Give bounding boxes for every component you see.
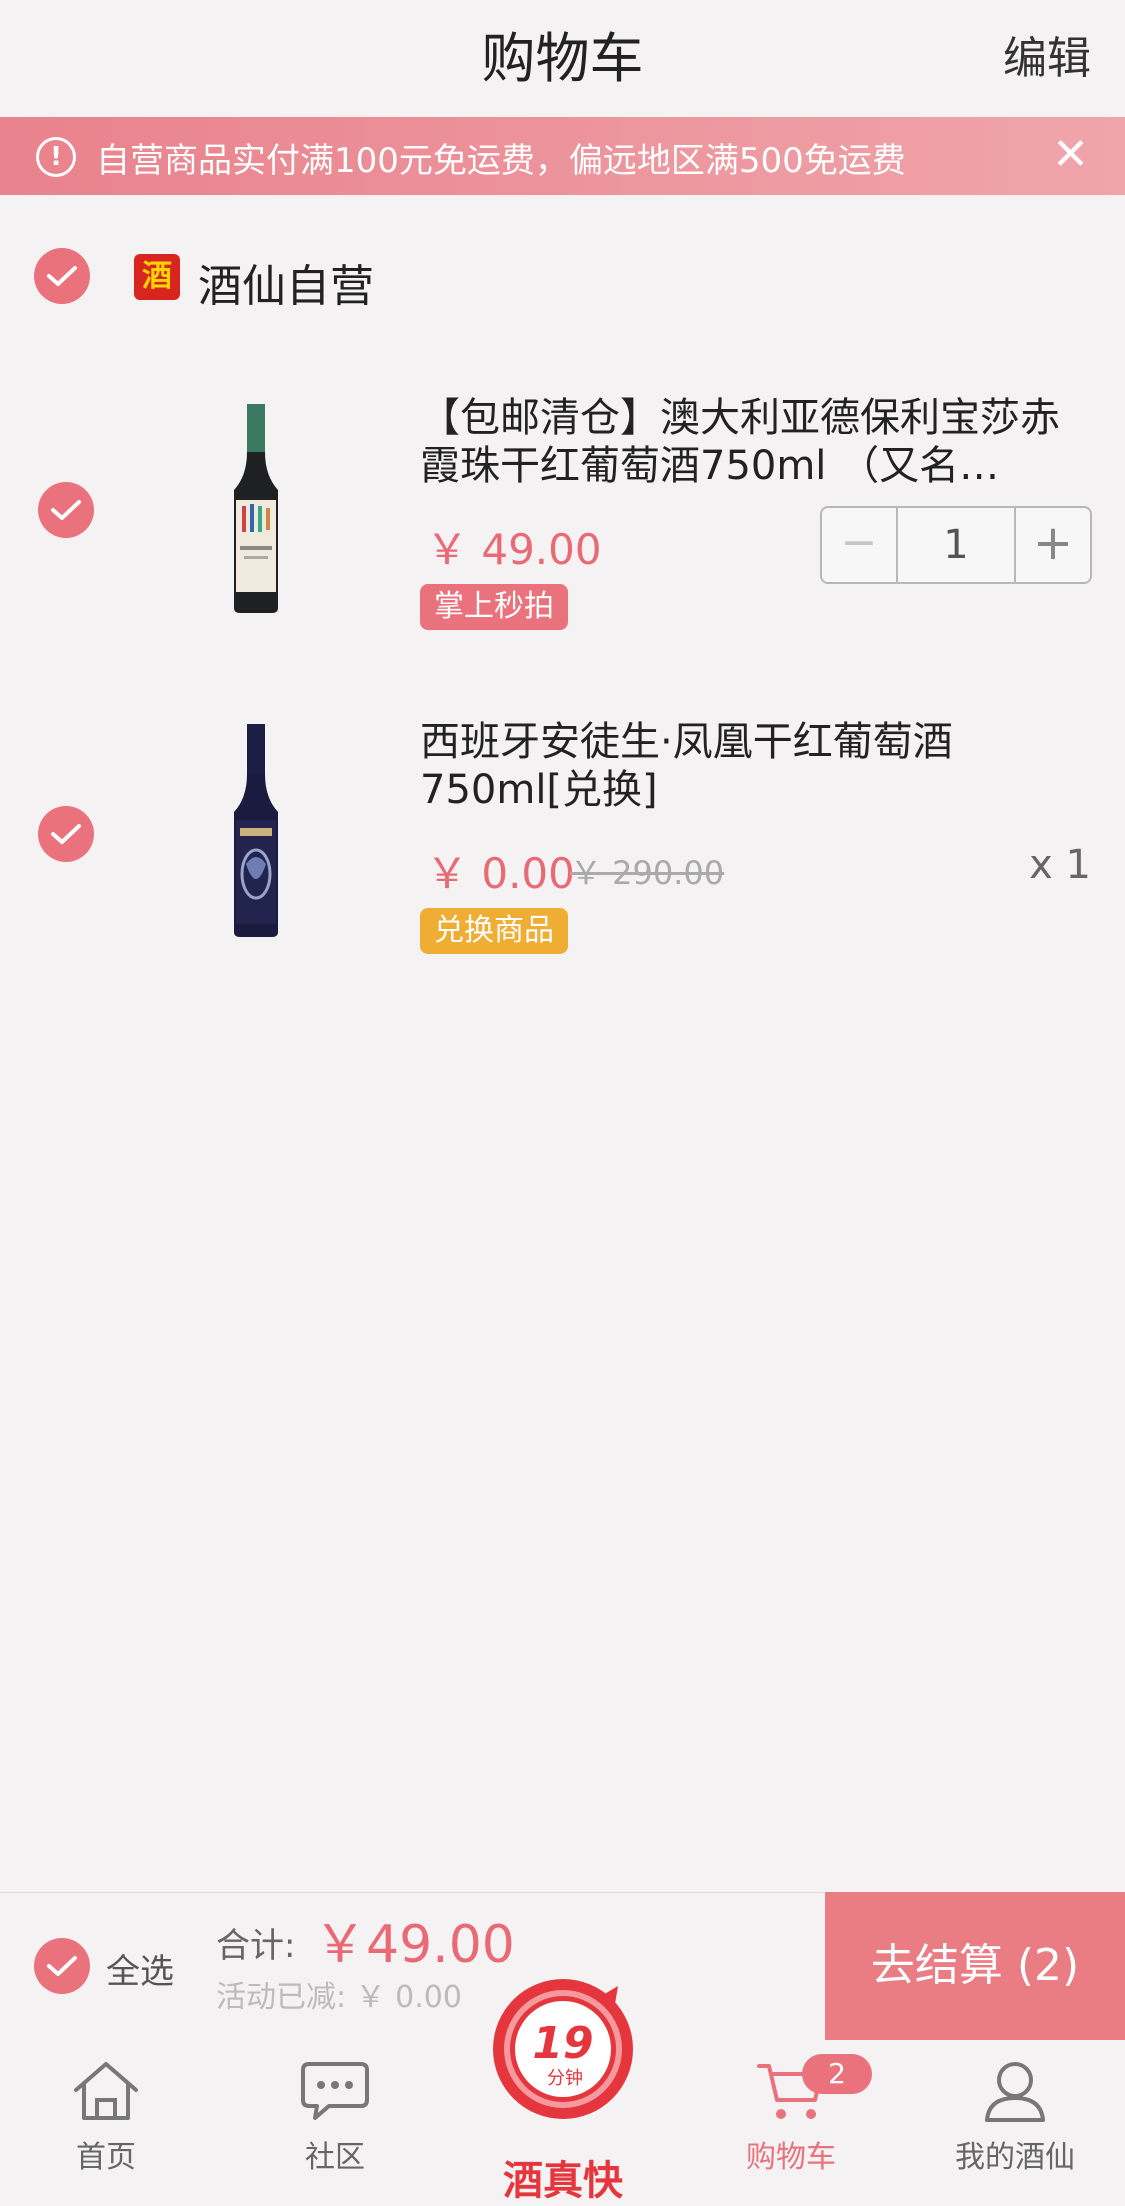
product-name[interactable]: 西班牙安徒生·凤凰干红葡萄酒750ml[兑换] (420, 718, 1080, 814)
edit-button[interactable]: 编辑 (1003, 22, 1091, 86)
chat-icon (301, 2062, 369, 2120)
logo-number: 19 (532, 2018, 593, 2069)
tab-label: 首页 (76, 2140, 136, 2175)
total-label: 合计: (216, 1926, 296, 1966)
tab-home[interactable]: 首页 (31, 2058, 181, 2176)
shop-logo-icon: 酒 (134, 254, 180, 300)
exchange-tag: 兑换商品 (420, 908, 568, 954)
item-select-checkbox[interactable] (38, 482, 94, 538)
item-select-checkbox[interactable] (38, 806, 94, 862)
select-all-label[interactable]: 全选 (106, 1944, 174, 1993)
promo-tag: 掌上秒拍 (420, 584, 568, 630)
select-all-checkbox[interactable] (34, 1938, 90, 1994)
notice-text: 自营商品实付满100元免运费，偏远地区满500免运费 (96, 141, 906, 181)
checkout-button[interactable]: 去结算 (2) (825, 1892, 1125, 2040)
nav-header: 购物车 编辑 (0, 0, 1125, 117)
wine-bottle-image[interactable] (226, 724, 286, 938)
home-icon (74, 2062, 138, 2120)
page-title: 购物车 (481, 27, 644, 90)
product-name[interactable]: 【包邮清仓】澳大利亚德保利宝莎赤霞珠干红葡萄酒750ml （又名… (420, 394, 1080, 490)
shipping-notice-bar: ! 自营商品实付满100元免运费，偏远地区满500免运费 ✕ (0, 117, 1125, 195)
tab-profile[interactable]: 我的酒仙 (940, 2058, 1090, 2176)
original-price: ￥ 290.00 (570, 854, 725, 892)
shop-select-checkbox[interactable] (34, 248, 90, 304)
increase-button[interactable]: + (1014, 508, 1090, 582)
tab-label: 社区 (305, 2140, 365, 2175)
user-icon (985, 2062, 1045, 2122)
alert-icon: ! (36, 137, 76, 177)
tab-label: 我的酒仙 (955, 2140, 1075, 2175)
quantity-text: x 1 (1029, 842, 1091, 888)
close-icon[interactable]: ✕ (1052, 129, 1089, 180)
delivery-19-min-icon[interactable]: 19 分钟 (486, 1972, 640, 2126)
discount-text: 活动已减: ￥ 0.00 (216, 1980, 462, 2015)
wine-bottle-image[interactable] (226, 404, 286, 614)
product-price: ￥ 49.00 (426, 525, 602, 574)
cart-count-badge: 2 (802, 2054, 872, 2094)
decrease-button[interactable]: − (822, 508, 898, 582)
quantity-stepper: − 1 + (820, 506, 1092, 584)
quantity-value[interactable]: 1 (898, 508, 1014, 582)
tab-fast-delivery-label[interactable]: 酒真快 (470, 2148, 656, 2206)
product-price: ￥ 0.00 (426, 849, 575, 898)
shop-name[interactable]: 酒仙自营 (198, 250, 374, 314)
total-amount: ￥49.00 (314, 1915, 515, 1975)
tab-label: 购物车 (746, 2140, 836, 2175)
logo-sub: 分钟 (547, 2068, 583, 2089)
tab-community[interactable]: 社区 (260, 2058, 410, 2176)
